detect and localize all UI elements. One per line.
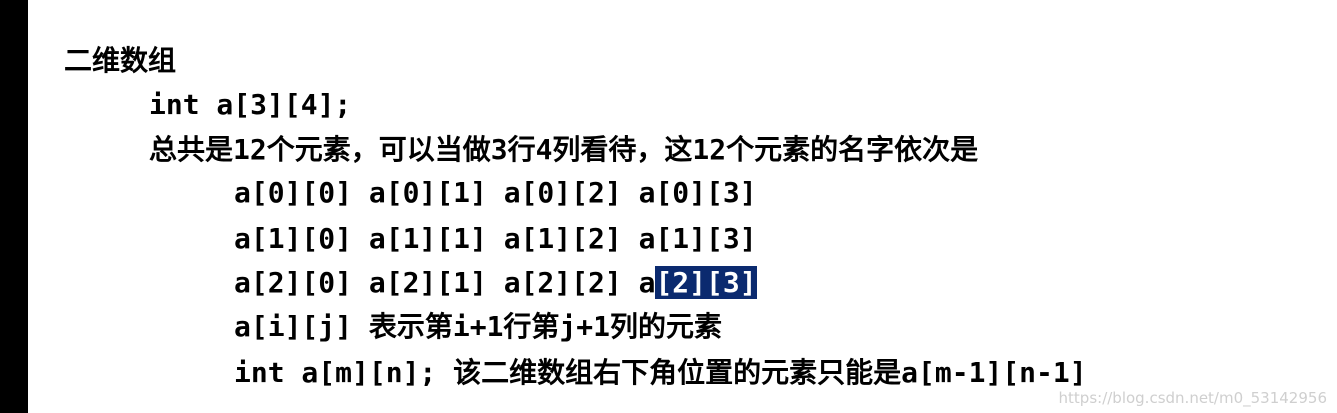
watermark: https://blog.csdn.net/m0_53142956: [1058, 389, 1327, 407]
element-row-1: a[1][0] a[1][1] a[1][2] a[1][3]: [234, 222, 757, 255]
general-rule: int a[m][n]; 该二维数组右下角位置的元素只能是a[m-1][n-1]: [234, 356, 1087, 389]
section-heading: 二维数组: [64, 44, 177, 77]
left-border: [0, 0, 28, 413]
selected-text[interactable]: [2][3]: [655, 266, 757, 299]
document-page: 二维数组 int a[3][4]; 总共是12个元素，可以当做3行4列看待，这1…: [28, 0, 1337, 413]
element-meaning: a[i][j] 表示第i+1行第j+1列的元素: [234, 310, 723, 343]
element-row-2[interactable]: a[2][0] a[2][1] a[2][2] a[2][3]: [234, 266, 757, 300]
element-row-0: a[0][0] a[0][1] a[0][2] a[0][3]: [234, 176, 757, 209]
array-declaration: int a[3][4];: [149, 88, 352, 121]
element-description: 总共是12个元素，可以当做3行4列看待，这12个元素的名字依次是: [149, 133, 979, 166]
element-row-2-text: a[2][0] a[2][1] a[2][2] a: [234, 266, 656, 299]
